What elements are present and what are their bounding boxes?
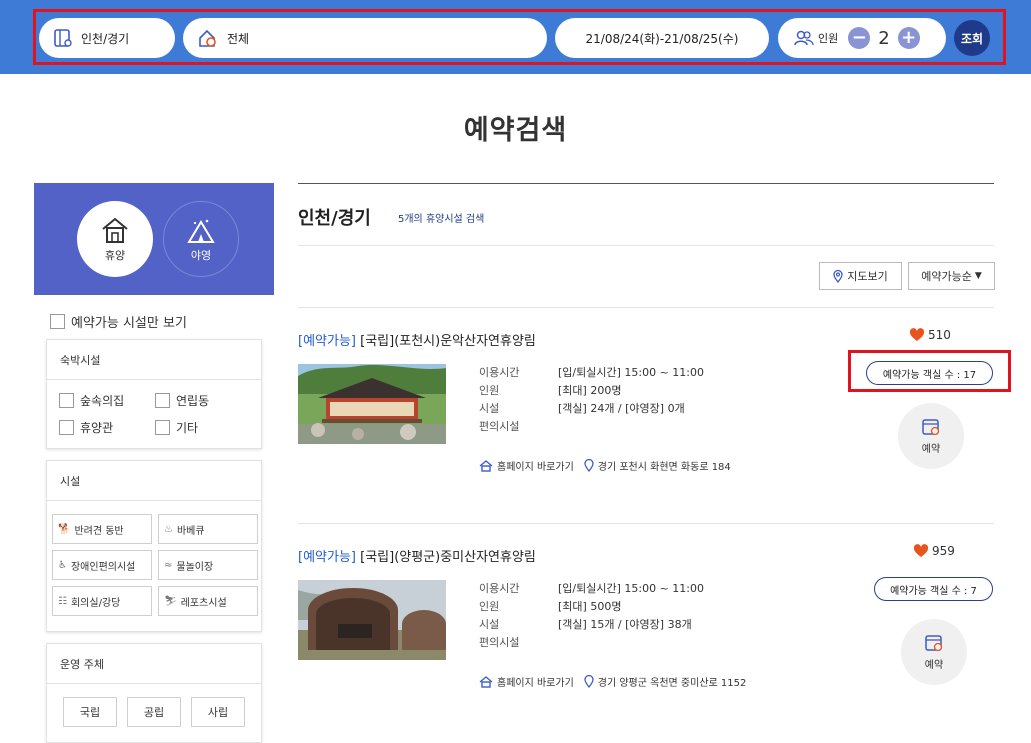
divider	[298, 523, 994, 524]
facility-info-values: [입/퇴실시간] 15:00 ~ 11:00 [최대] 200명 [객실] 24…	[558, 366, 704, 415]
tent-icon	[186, 216, 216, 247]
chevron-down-icon: ▼	[974, 271, 982, 281]
dog-icon: 🐕	[58, 523, 71, 535]
available-rooms-badge: 예약가능 객실 수 : 7	[874, 577, 993, 601]
book-button[interactable]: 예약	[898, 403, 964, 469]
facility-filter: 시설 🐕 반려견 동반 ♨ 바베큐 ♿ 장애인편의시설 ≈ 물놀이장 ☷ 회의실/강당 ⛷…	[46, 460, 262, 632]
facility-links: 홈페이지 바로가기 경기 양평군 옥천면 중미산로 1152	[479, 674, 746, 689]
home-icon	[479, 675, 493, 688]
facility-name: [국립](포천시)운악산자연휴양림	[360, 334, 536, 349]
like-count: 959	[932, 544, 955, 558]
lodging-option[interactable]: 연립동	[155, 392, 251, 409]
facility-info-values: [입/퇴실시간] 15:00 ~ 11:00 [최대] 500명 [객실] 15…	[558, 582, 704, 631]
divider	[298, 245, 994, 246]
lodging-option[interactable]: 숲속의집	[59, 392, 155, 409]
divider	[298, 183, 994, 184]
location-pin-icon	[584, 675, 594, 688]
grill-icon: ♨	[164, 523, 173, 535]
book-label: 예약	[924, 660, 944, 671]
wave-icon: ≈	[164, 559, 173, 571]
calendar-icon	[924, 633, 944, 656]
operator-filter-title: 운영 주체	[47, 644, 261, 684]
category-rest-label: 휴양	[104, 248, 126, 262]
lodging-option[interactable]: 휴양관	[59, 419, 155, 436]
facility-info-labels: 이용시간 인원 시설 편의시설	[479, 582, 520, 649]
lodging-filter-title: 숙박시설	[47, 340, 261, 380]
facility-info-labels: 이용시간 인원 시설 편의시설	[479, 366, 520, 433]
facility-photo[interactable]	[298, 364, 446, 444]
facility-filter-title: 시설	[47, 461, 261, 501]
page-title: 예약검색	[463, 115, 568, 146]
region-title: 인천/경기	[298, 208, 371, 229]
map-view-label: 지도보기	[847, 270, 888, 283]
status-badge: [예약가능]	[298, 550, 356, 565]
like-button[interactable]: 959	[913, 544, 955, 558]
like-button[interactable]: 510	[909, 328, 951, 342]
calendar-icon	[921, 417, 941, 440]
location-pin-icon	[584, 459, 594, 472]
facility-title-link[interactable]: [예약가능] [국립](포천시)운악산자연휴양림	[298, 330, 536, 349]
facility-title-link[interactable]: [예약가능] [국립](양평군)중미산자연휴양림	[298, 546, 536, 565]
divider	[298, 307, 994, 308]
book-label: 예약	[921, 444, 941, 455]
facility-photo[interactable]	[298, 580, 446, 660]
homepage-link[interactable]: 홈페이지 바로가기	[479, 458, 574, 473]
book-button[interactable]: 예약	[901, 619, 967, 685]
house-icon	[100, 216, 130, 247]
status-badge: [예약가능]	[298, 334, 356, 349]
sort-label: 예약가능순	[921, 270, 972, 283]
map-view-button[interactable]: 지도보기	[819, 262, 902, 290]
meeting-icon: ☷	[58, 595, 67, 607]
heart-icon	[913, 544, 929, 558]
operator-national-button[interactable]: 국립	[63, 697, 117, 727]
like-count: 510	[928, 328, 951, 342]
heart-icon	[909, 328, 925, 342]
facility-sports-button[interactable]: ⛷ 레포츠시설	[158, 586, 258, 616]
result-count: 5개의 휴양시설 검색	[398, 214, 485, 225]
checkbox[interactable]	[50, 314, 65, 329]
facility-accessible-button[interactable]: ♿ 장애인편의시설	[52, 550, 152, 580]
location-pin-icon	[833, 269, 843, 283]
address-link[interactable]: 경기 양평군 옥천면 중미산로 1152	[584, 674, 746, 689]
facility-water-button[interactable]: ≈ 물놀이장	[158, 550, 258, 580]
facility-links: 홈페이지 바로가기 경기 포천시 화현면 화동로 184	[479, 458, 731, 473]
sports-icon: ⛷	[164, 595, 177, 607]
facility-pet-button[interactable]: 🐕 반려견 동반	[52, 514, 152, 544]
search-bar-highlight	[33, 9, 1006, 65]
category-camp-button[interactable]: 야영	[163, 201, 239, 277]
category-camp-label: 야영	[190, 248, 212, 262]
address-link[interactable]: 경기 포천시 화현면 화동로 184	[584, 458, 731, 473]
operator-filter: 운영 주체 국립 공립 사립	[46, 643, 262, 743]
available-only-label: 예약가능 시설만 보기	[71, 316, 187, 331]
homepage-link[interactable]: 홈페이지 바로가기	[479, 674, 574, 689]
facility-name: [국립](양평군)중미산자연휴양림	[360, 550, 536, 565]
available-only-checkbox[interactable]: 예약가능 시설만 보기	[50, 312, 187, 331]
facility-bbq-button[interactable]: ♨ 바베큐	[158, 514, 258, 544]
available-rooms-highlight	[848, 350, 1011, 392]
lodging-filter: 숙박시설 숲속의집 연립동 휴양관 기타	[46, 339, 262, 449]
category-rest-button[interactable]: 휴양	[77, 201, 153, 277]
home-icon	[479, 459, 493, 472]
operator-private-button[interactable]: 사립	[191, 697, 245, 727]
sort-select[interactable]: 예약가능순 ▼	[908, 262, 995, 290]
facility-meeting-button[interactable]: ☷ 회의실/강당	[52, 586, 152, 616]
lodging-option[interactable]: 기타	[155, 419, 251, 436]
operator-public-button[interactable]: 공립	[127, 697, 181, 727]
wheelchair-icon: ♿	[58, 559, 67, 571]
